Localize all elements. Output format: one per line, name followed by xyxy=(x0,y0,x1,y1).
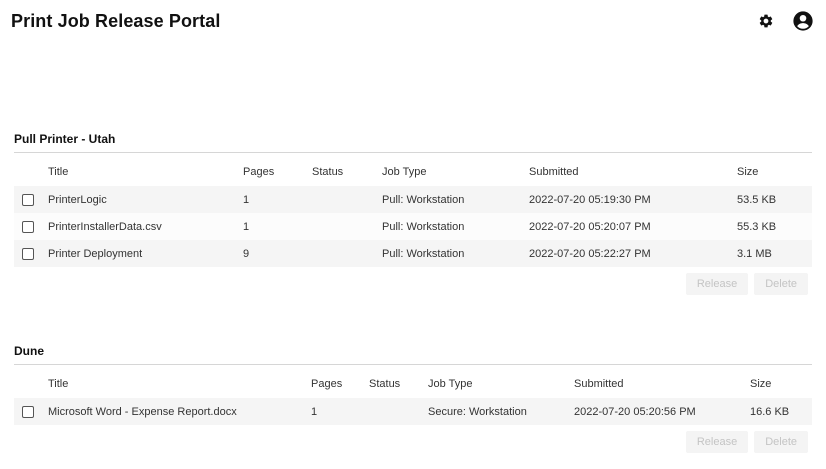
table-header-row: Title Pages Status Job Type Submitted Si… xyxy=(14,153,812,186)
job-type: Secure: Workstation xyxy=(428,405,527,418)
gear-icon xyxy=(759,14,773,28)
job-status xyxy=(312,240,382,267)
header-select xyxy=(14,365,48,398)
header-actions xyxy=(756,10,814,32)
header-select xyxy=(14,153,48,186)
row-checkbox[interactable] xyxy=(22,193,34,206)
job-pages: 1 xyxy=(311,405,318,418)
row-checkbox[interactable] xyxy=(22,220,34,233)
job-actions: Release Delete xyxy=(14,431,812,453)
column-header-title[interactable]: Title xyxy=(48,153,243,186)
jobs-table: Title Pages Status Job Type Submitted Si… xyxy=(14,153,812,267)
job-pages: 9 xyxy=(243,247,250,260)
job-title: PrinterInstallerData.csv xyxy=(48,220,162,233)
job-status xyxy=(369,398,428,425)
row-checkbox[interactable] xyxy=(22,247,34,260)
table-row[interactable]: Microsoft Word - Expense Report.docx 1 S… xyxy=(14,398,812,425)
column-header-pages[interactable]: Pages xyxy=(243,153,312,186)
jobs-table: Title Pages Status Job Type Submitted Si… xyxy=(14,365,812,425)
table-header-row: Title Pages Status Job Type Submitted Si… xyxy=(14,365,812,398)
job-title: PrinterLogic xyxy=(48,193,107,206)
job-type: Pull: Workstation xyxy=(382,220,465,233)
release-button[interactable]: Release xyxy=(685,273,749,295)
table-row[interactable]: Printer Deployment 9 Pull: Workstation 2… xyxy=(14,240,812,267)
column-header-title[interactable]: Title xyxy=(48,365,311,398)
column-header-size[interactable]: Size xyxy=(737,153,812,186)
delete-button[interactable]: Delete xyxy=(754,273,808,295)
job-submitted: 2022-07-20 05:20:07 PM xyxy=(529,220,651,233)
job-status xyxy=(312,186,382,213)
job-size: 3.1 MB xyxy=(737,247,772,260)
row-checkbox[interactable] xyxy=(22,405,34,418)
job-size: 55.3 KB xyxy=(737,220,777,233)
table-row[interactable]: PrinterLogic 1 Pull: Workstation 2022-07… xyxy=(14,186,812,213)
column-header-status[interactable]: Status xyxy=(369,365,428,398)
job-status xyxy=(312,213,382,240)
settings-button[interactable] xyxy=(756,11,776,31)
job-submitted: 2022-07-20 05:19:30 PM xyxy=(529,193,651,206)
column-header-submitted[interactable]: Submitted xyxy=(529,153,737,186)
column-header-status[interactable]: Status xyxy=(312,153,382,186)
column-header-job-type[interactable]: Job Type xyxy=(382,153,529,186)
section-title: Dune xyxy=(14,344,44,358)
job-submitted: 2022-07-20 05:22:27 PM xyxy=(529,247,651,260)
delete-button[interactable]: Delete xyxy=(754,431,808,453)
job-title: Printer Deployment xyxy=(48,247,143,260)
job-title: Microsoft Word - Expense Report.docx xyxy=(48,405,237,418)
job-type: Pull: Workstation xyxy=(382,193,465,206)
job-submitted: 2022-07-20 05:20:56 PM xyxy=(574,405,696,418)
print-portal-app: Print Job Release Portal Pull Printer - … xyxy=(0,0,826,469)
job-size: 53.5 KB xyxy=(737,193,777,206)
table-row[interactable]: PrinterInstallerData.csv 1 Pull: Worksta… xyxy=(14,213,812,240)
column-header-pages[interactable]: Pages xyxy=(311,365,369,398)
job-pages: 1 xyxy=(243,193,250,206)
printer-section-pull-utah: Pull Printer - Utah Title Pages Status J… xyxy=(14,132,812,295)
release-button[interactable]: Release xyxy=(685,431,749,453)
column-header-submitted[interactable]: Submitted xyxy=(574,365,750,398)
job-type: Pull: Workstation xyxy=(382,247,465,260)
job-pages: 1 xyxy=(243,220,250,233)
account-circle-icon xyxy=(793,11,813,31)
column-header-size[interactable]: Size xyxy=(750,365,812,398)
printer-section-dune: Dune Title Pages Status Job Type Submitt… xyxy=(14,344,812,453)
job-actions: Release Delete xyxy=(14,273,812,295)
section-title: Pull Printer - Utah xyxy=(14,132,116,146)
page-title: Print Job Release Portal xyxy=(11,11,221,31)
account-button[interactable] xyxy=(792,10,814,32)
column-header-job-type[interactable]: Job Type xyxy=(428,365,574,398)
job-size: 16.6 KB xyxy=(750,405,790,418)
